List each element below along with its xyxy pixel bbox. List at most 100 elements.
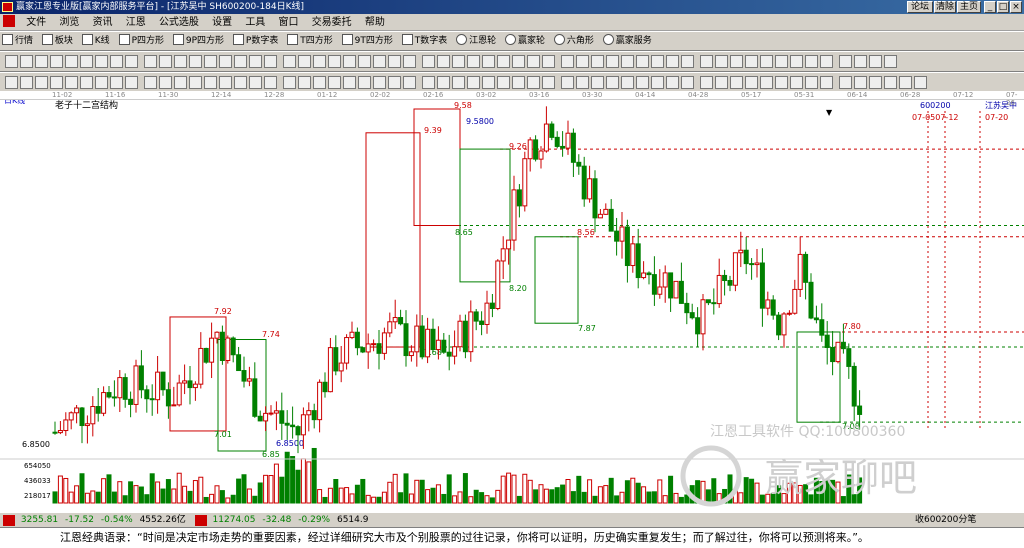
drawing-tool-icon[interactable] — [527, 55, 540, 68]
drawing-tool-icon[interactable] — [606, 55, 619, 68]
kline-chart[interactable]: 日K线老子十二宫结构 600200 江苏吴中6.8500▼07-0507-12 07-… — [0, 91, 1024, 512]
drawing-tool-icon[interactable] — [159, 55, 172, 68]
drawing-tool-icon[interactable] — [80, 55, 93, 68]
drawing-tool-icon[interactable] — [403, 55, 416, 68]
tb-kline[interactable]: K线 — [80, 32, 114, 50]
analysis-tool-icon[interactable] — [343, 76, 356, 89]
analysis-tool-icon[interactable] — [249, 76, 262, 89]
analysis-tool-icon[interactable] — [527, 76, 540, 89]
analysis-tool-icon[interactable] — [621, 76, 634, 89]
menu-gann[interactable]: 江恩 — [121, 14, 151, 31]
analysis-tool-icon[interactable] — [5, 76, 18, 89]
drawing-tool-icon[interactable] — [343, 55, 356, 68]
drawing-tool-icon[interactable] — [189, 55, 202, 68]
analysis-tool-icon[interactable] — [20, 76, 33, 89]
drawing-tool-icon[interactable] — [35, 55, 48, 68]
analysis-tool-icon[interactable] — [666, 76, 679, 89]
drawing-tool-icon[interactable] — [174, 55, 187, 68]
tb-sectors[interactable]: 板块 — [40, 32, 77, 50]
drawing-tool-icon[interactable] — [512, 55, 525, 68]
home-button[interactable]: 主页 — [957, 1, 981, 13]
analysis-tool-icon[interactable] — [313, 76, 326, 89]
analysis-tool-icon[interactable] — [388, 76, 401, 89]
analysis-tool-icon[interactable] — [745, 76, 758, 89]
analysis-tool-icon[interactable] — [512, 76, 525, 89]
drawing-tool-icon[interactable] — [820, 55, 833, 68]
drawing-tool-icon[interactable] — [422, 55, 435, 68]
drawing-tool-icon[interactable] — [437, 55, 450, 68]
drawing-tool-icon[interactable] — [790, 55, 803, 68]
analysis-tool-icon[interactable] — [869, 76, 882, 89]
drawing-tool-icon[interactable] — [467, 55, 480, 68]
analysis-tool-icon[interactable] — [681, 76, 694, 89]
menu-formula[interactable]: 公式选股 — [154, 14, 204, 31]
analysis-tool-icon[interactable] — [144, 76, 157, 89]
tb-service[interactable]: 赢家服务 — [601, 32, 656, 50]
menu-tools[interactable]: 工具 — [240, 14, 270, 31]
analysis-tool-icon[interactable] — [298, 76, 311, 89]
drawing-tool-icon[interactable] — [576, 55, 589, 68]
analysis-tool-icon[interactable] — [467, 76, 480, 89]
drawing-tool-icon[interactable] — [20, 55, 33, 68]
menu-trade[interactable]: 交易委托 — [307, 14, 357, 31]
analysis-tool-icon[interactable] — [189, 76, 202, 89]
analysis-tool-icon[interactable] — [760, 76, 773, 89]
close-button[interactable]: × — [1010, 1, 1022, 13]
analysis-tool-icon[interactable] — [234, 76, 247, 89]
analysis-tool-icon[interactable] — [422, 76, 435, 89]
analysis-tool-icon[interactable] — [403, 76, 416, 89]
drawing-tool-icon[interactable] — [869, 55, 882, 68]
analysis-tool-icon[interactable] — [80, 76, 93, 89]
menu-settings[interactable]: 设置 — [207, 14, 237, 31]
drawing-tool-icon[interactable] — [144, 55, 157, 68]
drawing-tool-icon[interactable] — [621, 55, 634, 68]
analysis-tool-icon[interactable] — [730, 76, 743, 89]
menu-browse[interactable]: 浏览 — [54, 14, 84, 31]
analysis-tool-icon[interactable] — [174, 76, 187, 89]
analysis-tool-icon[interactable] — [50, 76, 63, 89]
analysis-tool-icon[interactable] — [497, 76, 510, 89]
drawing-tool-icon[interactable] — [839, 55, 852, 68]
forum-button[interactable]: 论坛 — [907, 1, 933, 13]
drawing-tool-icon[interactable] — [373, 55, 386, 68]
analysis-tool-icon[interactable] — [636, 76, 649, 89]
chart-area[interactable]: 日K线 老子十二宫结构 600200 江苏吴中 6.8500 ▼ 07-0507-12 07-… — [0, 91, 1024, 512]
analysis-tool-icon[interactable] — [283, 76, 296, 89]
drawing-tool-icon[interactable] — [50, 55, 63, 68]
drawing-tool-icon[interactable] — [328, 55, 341, 68]
analysis-tool-icon[interactable] — [700, 76, 713, 89]
drawing-tool-icon[interactable] — [219, 55, 232, 68]
tb-winner-wheel[interactable]: 赢家轮 — [503, 32, 549, 50]
drawing-tool-icon[interactable] — [249, 55, 262, 68]
drawing-tool-icon[interactable] — [264, 55, 277, 68]
drawing-tool-icon[interactable] — [884, 55, 897, 68]
tb-9t-square[interactable]: 9T四方形 — [340, 32, 397, 50]
app-menu-icon[interactable] — [3, 15, 15, 27]
analysis-tool-icon[interactable] — [65, 76, 78, 89]
drawing-tool-icon[interactable] — [482, 55, 495, 68]
analysis-tool-icon[interactable] — [820, 76, 833, 89]
drawing-tool-icon[interactable] — [561, 55, 574, 68]
analysis-tool-icon[interactable] — [159, 76, 172, 89]
drawing-tool-icon[interactable] — [745, 55, 758, 68]
drawing-tool-icon[interactable] — [234, 55, 247, 68]
drawing-tool-icon[interactable] — [715, 55, 728, 68]
drawing-tool-icon[interactable] — [283, 55, 296, 68]
drawing-tool-icon[interactable] — [591, 55, 604, 68]
drawing-tool-icon[interactable] — [65, 55, 78, 68]
tb-9p-square[interactable]: 9P四方形 — [171, 32, 228, 50]
tb-hexagon[interactable]: 六角形 — [552, 32, 598, 50]
drawing-tool-icon[interactable] — [681, 55, 694, 68]
drawing-tool-icon[interactable] — [110, 55, 123, 68]
tb-t-table[interactable]: T数字表 — [400, 32, 452, 50]
analysis-tool-icon[interactable] — [790, 76, 803, 89]
tb-t-square[interactable]: T四方形 — [285, 32, 337, 50]
drawing-tool-icon[interactable] — [313, 55, 326, 68]
analysis-tool-icon[interactable] — [219, 76, 232, 89]
analysis-tool-icon[interactable] — [358, 76, 371, 89]
analysis-tool-icon[interactable] — [775, 76, 788, 89]
drawing-tool-icon[interactable] — [805, 55, 818, 68]
drawing-tool-icon[interactable] — [542, 55, 555, 68]
analysis-tool-icon[interactable] — [805, 76, 818, 89]
drawing-tool-icon[interactable] — [204, 55, 217, 68]
